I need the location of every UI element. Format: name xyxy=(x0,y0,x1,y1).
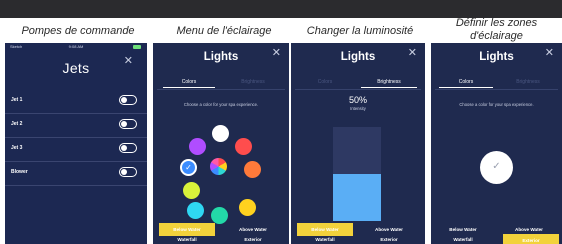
check-icon: ✓ xyxy=(492,161,501,172)
caption-brightness: Changer la luminosité xyxy=(306,25,414,37)
color-swatch-white[interactable]: ✓ xyxy=(480,151,513,184)
tab-brightness[interactable]: Brightness xyxy=(501,76,555,88)
toggle-knob xyxy=(121,168,127,175)
zone-waterfall-button[interactable]: Waterfall xyxy=(159,233,215,244)
tab-colors[interactable]: Colors xyxy=(163,76,215,88)
zone-waterfall-button[interactable]: Waterfall xyxy=(435,233,491,244)
tab-colors[interactable]: Colors xyxy=(439,76,493,88)
check-icon: ✓ xyxy=(185,163,192,172)
lights-brightness-screen: Lights ✕ Colors Brightness 50% Intensity… xyxy=(291,43,425,244)
page-title: Jets xyxy=(62,60,90,76)
color-swatch-red[interactable] xyxy=(235,138,252,155)
divider xyxy=(435,89,558,90)
zone-exterior-button[interactable]: Exterior xyxy=(223,233,283,244)
color-swatch-white[interactable] xyxy=(212,125,229,142)
intensity-label: Intensity xyxy=(350,106,366,111)
status-time: 9:08 AM xyxy=(68,44,84,49)
jets-screen: Sketch 9:08 AM ✕ Jets Jet 1 Jet 2 Jet 3 … xyxy=(5,43,147,244)
color-swatch-cyan[interactable] xyxy=(187,202,204,219)
color-swatch-teal[interactable] xyxy=(211,207,228,224)
jet-1-toggle[interactable] xyxy=(119,95,137,105)
panel-title: Lights xyxy=(479,51,514,63)
status-bar: Sketch 9:08 AM xyxy=(5,43,147,51)
intensity-value: 50% xyxy=(348,95,367,105)
zone-exterior-button[interactable]: Exterior xyxy=(503,234,559,244)
color-swatch-yellow[interactable] xyxy=(239,199,256,216)
jet-row-1: Jet 1 xyxy=(5,90,147,114)
instruction-text: Choose a color for your spa experience. xyxy=(183,102,259,107)
toggle-knob xyxy=(121,120,127,127)
jet-3-toggle[interactable] xyxy=(119,143,137,153)
brightness-slider-fill xyxy=(333,174,381,221)
toggle-knob xyxy=(121,144,127,151)
toggle-knob xyxy=(121,96,127,103)
color-wheel-swatch[interactable] xyxy=(210,158,227,175)
lights-zones-screen: Lights ✕ Colors Brightness Choose a colo… xyxy=(431,43,562,244)
close-icon[interactable]: ✕ xyxy=(545,46,554,59)
zone-exterior-button[interactable]: Exterior xyxy=(359,233,419,244)
panel-title: Lights xyxy=(203,51,239,63)
jet-label: Blower xyxy=(11,169,28,175)
close-icon[interactable]: ✕ xyxy=(272,46,281,59)
caption-lighting-menu: Menu de l'éclairage xyxy=(176,25,272,37)
jet-label: Jet 2 xyxy=(11,121,23,127)
divider xyxy=(295,89,421,90)
lights-colors-screen: Lights ✕ Colors Brightness Choose a colo… xyxy=(153,43,289,244)
divider xyxy=(157,89,285,90)
top-banner xyxy=(0,0,562,18)
jet-2-toggle[interactable] xyxy=(119,119,137,129)
brightness-slider[interactable] xyxy=(333,127,381,221)
battery-icon xyxy=(133,45,141,49)
instruction-text: Choose a color for your spa experience. xyxy=(459,102,534,107)
color-swatch-purple[interactable] xyxy=(189,138,206,155)
zone-waterfall-button[interactable]: Waterfall xyxy=(297,233,353,244)
jet-label: Jet 1 xyxy=(11,97,23,103)
color-swatch-yellow-green[interactable] xyxy=(183,182,200,199)
caption-zones: Définir les zones d'éclairage xyxy=(455,17,538,42)
jet-row-blower: Blower xyxy=(5,162,147,186)
jet-row-2: Jet 2 xyxy=(5,114,147,138)
tab-brightness[interactable]: Brightness xyxy=(361,76,417,88)
blower-toggle[interactable] xyxy=(119,167,137,177)
close-icon[interactable]: ✕ xyxy=(408,46,417,59)
tab-brightness[interactable]: Brightness xyxy=(225,76,281,88)
jet-row-3: Jet 3 xyxy=(5,138,147,162)
panel-title: Lights xyxy=(340,51,376,63)
jet-label: Jet 3 xyxy=(11,145,23,151)
caption-jets: Pompes de commande xyxy=(21,25,135,37)
color-swatch-orange[interactable] xyxy=(244,161,261,178)
color-swatch-blue[interactable]: ✓ xyxy=(180,159,197,176)
tab-colors[interactable]: Colors xyxy=(299,76,351,88)
